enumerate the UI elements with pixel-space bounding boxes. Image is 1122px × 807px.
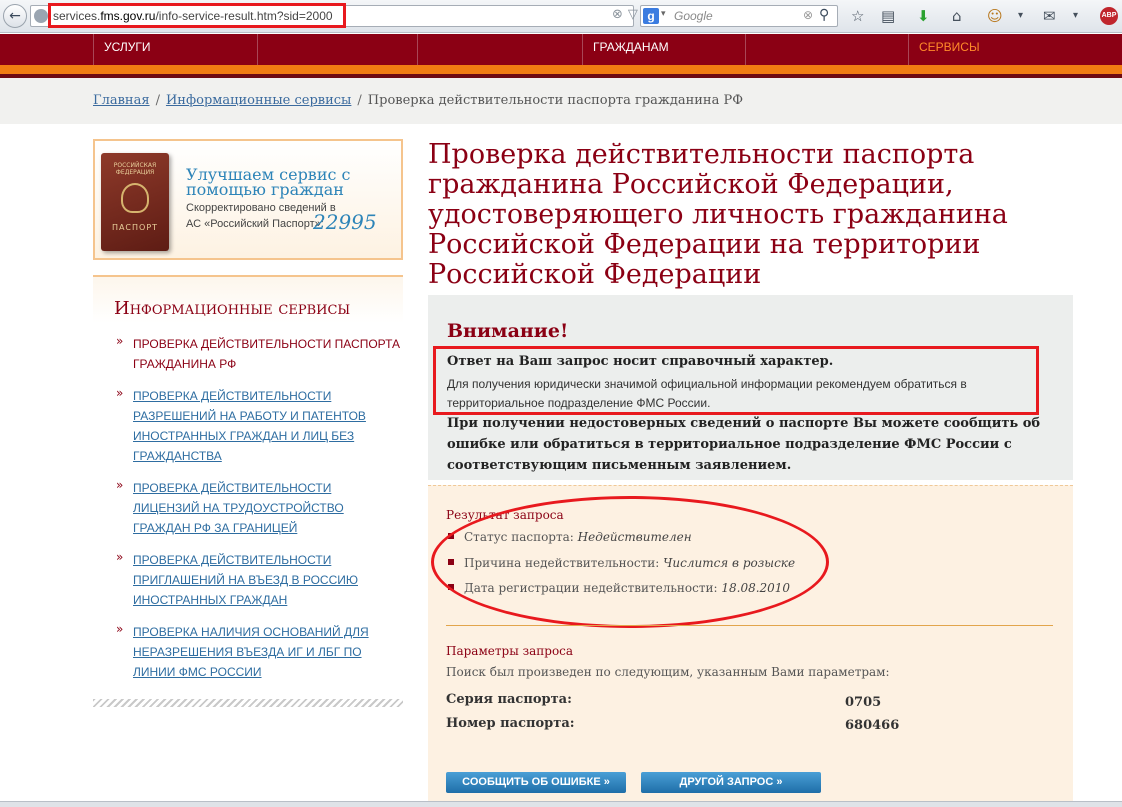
bullet-icon: » xyxy=(116,550,124,564)
breadcrumb-home[interactable]: Главная xyxy=(93,93,150,108)
promo-counter: 22995 xyxy=(313,210,377,234)
nav-item-citizens[interactable]: ГРАЖДАНАМ xyxy=(582,34,669,65)
sidebar-item-label[interactable]: Проверка действительности лицензий на тр… xyxy=(133,478,401,538)
series-value: 0705 xyxy=(845,695,882,710)
breadcrumb-current: Проверка действительности паспорта гражд… xyxy=(367,93,744,108)
addon-dropdown-icon[interactable]: ▾ xyxy=(1018,6,1023,26)
services-header: Информационные сервисы xyxy=(93,277,403,323)
new-request-button[interactable]: ДРУГОЙ ЗАПРОС » xyxy=(641,772,821,793)
stop-icon[interactable]: ⊗ xyxy=(612,7,623,22)
google-icon[interactable]: g xyxy=(643,8,659,24)
horizontal-scrollbar[interactable] xyxy=(0,801,1122,807)
page-title: Проверка действительности паспорта гражд… xyxy=(428,139,1008,290)
services-sidebar: Информационные сервисы » Проверка действ… xyxy=(93,275,403,696)
result-panel: Результат запроса Статус паспорта: Недей… xyxy=(428,485,1073,807)
sidebar-item-label[interactable]: Проверка наличия оснований для неразреше… xyxy=(133,622,401,682)
nav-item-3[interactable] xyxy=(417,34,582,65)
clear-search-icon[interactable]: ⊗ xyxy=(803,8,813,22)
nav-item-5[interactable] xyxy=(745,34,908,65)
bookmark-star-icon[interactable]: ☆ xyxy=(851,6,864,26)
number-value: 680466 xyxy=(845,718,900,733)
passport-country-text: РОССИЙСКАЯ ФЕДЕРАЦИЯ xyxy=(113,162,157,176)
breadcrumb-info-services[interactable]: Информационные сервисы xyxy=(166,93,351,108)
warning-panel: Внимание! Ответ на Ваш запрос носит спра… xyxy=(428,295,1073,480)
params-title: Параметры запроса xyxy=(446,644,574,658)
nav-item-2[interactable] xyxy=(257,34,417,65)
download-icon[interactable]: ⬇ xyxy=(917,6,930,26)
bullet-icon: » xyxy=(116,334,124,348)
services-title: Информационные сервисы xyxy=(114,298,351,319)
search-icon[interactable]: ⚲ xyxy=(819,7,829,23)
breadcrumb-separator: / xyxy=(357,93,362,108)
globe-icon xyxy=(34,9,48,23)
passport-label: ПАСПОРТ xyxy=(111,223,159,232)
number-label: Номер паспорта: xyxy=(446,716,575,731)
addon-face-icon[interactable]: ☺ xyxy=(987,6,1003,26)
mail-dropdown-icon[interactable]: ▾ xyxy=(1073,6,1078,26)
report-error-button[interactable]: СООБЩИТЬ ОБ ОШИБКЕ » xyxy=(446,772,626,793)
back-arrow-icon[interactable]: ← xyxy=(3,4,27,28)
search-box[interactable]: g ▾ Google ⊗ ⚲ xyxy=(640,5,838,27)
url-highlight-annotation xyxy=(48,3,346,28)
site-nav: УСЛУГИ ГРАЖДАНАМ СЕРВИСЫ xyxy=(0,34,1122,65)
browser-toolbar: ← services.fms.gov.ru/info-service-resul… xyxy=(0,0,1122,33)
params-text: Поиск был произведен по следующим, указа… xyxy=(446,665,890,679)
sidebar-divider xyxy=(93,699,403,707)
adblock-icon[interactable]: ABP xyxy=(1100,7,1118,25)
promo-banner[interactable]: РОССИЙСКАЯ ФЕДЕРАЦИЯ ПАСПОРТ Улучшаем се… xyxy=(93,139,403,260)
engine-dropdown-icon[interactable]: ▾ xyxy=(661,9,666,19)
nav-item-services[interactable]: СЕРВИСЫ xyxy=(908,34,980,65)
history-dropdown-icon[interactable]: ▽ xyxy=(628,7,638,22)
warning-highlight-annotation xyxy=(433,346,1039,415)
bullet-icon: » xyxy=(116,478,124,492)
bookmarks-list-icon[interactable]: ▤ xyxy=(881,6,895,26)
sidebar-item-label[interactable]: Проверка действительности разрешений на … xyxy=(133,386,401,466)
warning-title: Внимание! xyxy=(447,320,569,342)
result-divider xyxy=(446,625,1053,626)
promo-title[interactable]: Улучшаем сервис с помощью граждан xyxy=(186,167,396,198)
series-label: Серия паспорта: xyxy=(446,692,572,707)
coat-of-arms-icon xyxy=(121,183,149,213)
nav-item-services-public[interactable]: УСЛУГИ xyxy=(93,34,151,65)
mail-icon[interactable]: ✉ xyxy=(1043,6,1056,26)
sidebar-item-label[interactable]: Проверка действительности паспорта гражд… xyxy=(133,334,401,374)
result-ellipse-annotation xyxy=(431,496,829,628)
home-icon[interactable]: ⌂ xyxy=(952,6,962,26)
sidebar-item-label[interactable]: Проверка действительности приглашений на… xyxy=(133,550,401,610)
warning-report-info: При получении недостоверных сведений о п… xyxy=(447,416,1041,473)
breadcrumb-separator: / xyxy=(155,93,160,108)
header-orange-strip xyxy=(0,65,1122,74)
bullet-icon: » xyxy=(116,622,124,636)
breadcrumb: Главная / Информационные сервисы / Проверка … xyxy=(0,78,1122,124)
search-placeholder[interactable]: Google xyxy=(674,9,713,23)
bullet-icon: » xyxy=(116,386,124,400)
passport-image: РОССИЙСКАЯ ФЕДЕРАЦИЯ ПАСПОРТ xyxy=(101,153,169,251)
